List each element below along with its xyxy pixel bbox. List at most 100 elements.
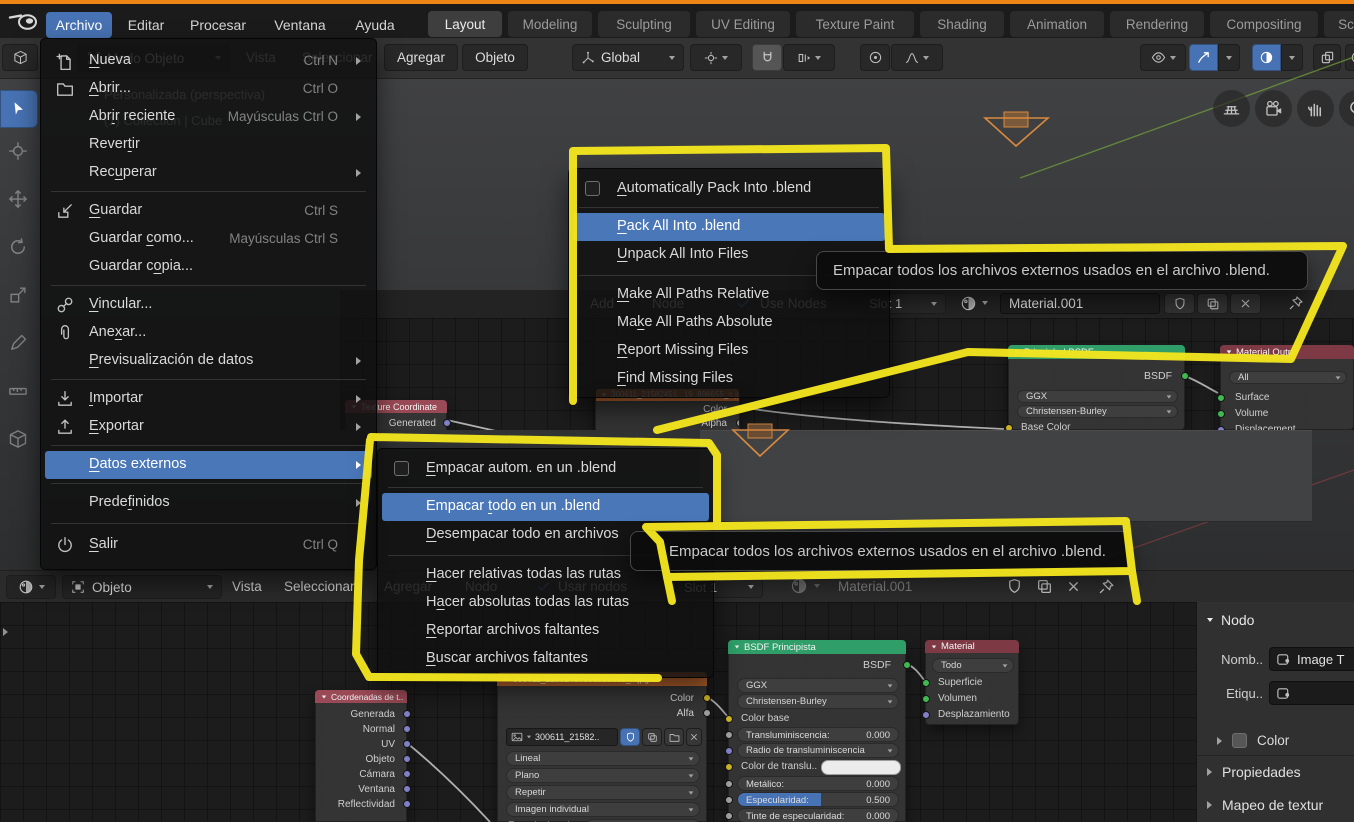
tab-layout[interactable]: Layout	[428, 11, 502, 37]
socket-color-es[interactable]	[703, 694, 711, 702]
tool-select-box[interactable]	[0, 90, 38, 128]
menu-item-recuperar[interactable]: Recuperar	[45, 159, 372, 187]
snap-with-dropdown[interactable]	[783, 44, 835, 71]
socket-generated-en[interactable]	[443, 419, 451, 427]
chevron-down-icon[interactable]	[814, 584, 820, 588]
pin-icon[interactable]	[1288, 295, 1304, 311]
node-texture-coordinate-es[interactable]: Coordenadas de t.. Generada Normal UV Ob…	[315, 690, 411, 822]
viewport-menu-agregar[interactable]: Agregar	[384, 44, 458, 71]
submenu-item-find-missing[interactable]: Find Missing Files	[573, 365, 885, 393]
menu-ventana[interactable]: Ventana	[264, 12, 336, 38]
socket-uv[interactable]	[403, 740, 411, 748]
submenu-item-report-missing[interactable]: Report Missing Files	[573, 337, 885, 365]
nav-pan-button[interactable]	[1297, 90, 1334, 127]
submenu-item-empacar-autom[interactable]: Empacar autom. en un .blend	[382, 455, 709, 483]
collapse-icon[interactable]	[1226, 350, 1232, 354]
proportional-edit-toggle[interactable]	[860, 44, 890, 71]
menu-item-nueva[interactable]: Nueva Ctrl N	[45, 47, 372, 75]
new-material-button-en[interactable]	[1197, 293, 1228, 314]
subsurface-color-swatch[interactable]	[821, 760, 901, 775]
nav-camera-button[interactable]	[1255, 90, 1292, 127]
editor-type-button[interactable]	[2, 44, 38, 71]
tool-annotate[interactable]	[8, 333, 28, 353]
node-header[interactable]: BSDF Principista	[728, 640, 906, 654]
transform-orientation-dropdown[interactable]: Global	[572, 44, 684, 71]
submenu-item-auto-pack[interactable]: Automatically Pack Into .blend	[573, 175, 885, 203]
socket-tinte[interactable]	[725, 812, 733, 820]
tool-measure[interactable]	[8, 381, 28, 401]
tool-add-cube[interactable]	[8, 429, 28, 449]
subsurface-radius-dropdown[interactable]: Radio de transluminiscencia	[737, 743, 899, 758]
socket-surface-en[interactable]	[1217, 394, 1225, 402]
subsurface-method-dropdown-en[interactable]: Christensen-Burley	[1017, 405, 1178, 418]
menu-item-abrir-reciente[interactable]: Abrir reciente Mayúsculas Ctrl O	[45, 103, 372, 131]
checkbox-icon[interactable]	[394, 461, 409, 476]
shader-type-dropdown-es[interactable]: Objeto	[62, 575, 222, 599]
menu-item-guardar[interactable]: Guardar Ctrl S	[45, 197, 372, 225]
node-image-texture-es[interactable]: 300611_2158245..906898655_n.jpg Color Al…	[497, 672, 711, 822]
submenu-item-reportar-faltantes[interactable]: Reportar archivos faltantes	[382, 617, 709, 645]
socket-color-en[interactable]	[736, 405, 739, 413]
node-header[interactable]: Coordenadas de t..	[315, 690, 407, 703]
metallic-slider[interactable]: Metálico: 0.000	[737, 776, 899, 791]
tool-cursor[interactable]	[8, 141, 28, 161]
submenu-item-empacar-todo[interactable]: Empacar todo en un .blend	[382, 493, 709, 521]
extension-dropdown[interactable]: Repetir	[506, 785, 700, 800]
image-copy-button[interactable]	[642, 728, 662, 746]
socket-superficie[interactable]	[922, 679, 930, 687]
node-material-output-es[interactable]: Material Todo Superficie Volumen Desplaz…	[922, 640, 1019, 725]
menu-item-datos-externos[interactable]: Datos externos	[45, 451, 372, 479]
socket-camara[interactable]	[403, 770, 411, 778]
unlink-material-button-en[interactable]	[1230, 293, 1261, 314]
socket-bsdf-out-en[interactable]	[1181, 372, 1189, 380]
menu-item-abrir[interactable]: Abrir... Ctrl O	[45, 75, 372, 103]
image-open-button[interactable]	[664, 728, 684, 746]
material-sphere-icon[interactable]	[790, 577, 808, 595]
sidebar-section-mapeo[interactable]: Mapeo de textur	[1207, 797, 1323, 813]
menu-item-salir[interactable]: Salir Ctrl Q	[45, 531, 372, 559]
tab-modeling[interactable]: Modeling	[508, 11, 592, 37]
output-target-dropdown-en[interactable]: All	[1229, 371, 1347, 384]
shader-menu-seleccionar-es[interactable]: Seleccionar	[284, 579, 355, 594]
collapse-icon[interactable]	[321, 695, 327, 698]
menu-editar[interactable]: Editar	[118, 12, 174, 38]
subsurface-slider[interactable]: Transluminiscencia: 0.000	[737, 727, 899, 742]
tab-scripting[interactable]: Sc	[1324, 11, 1354, 37]
distribution-dropdown-es[interactable]: GGX	[737, 678, 899, 693]
material-name-field-en[interactable]: Material.001	[1000, 293, 1160, 314]
menu-item-previsualizacion[interactable]: Previsualización de datos	[45, 347, 372, 375]
menu-item-exportar[interactable]: Exportar	[45, 413, 372, 441]
tab-compositing[interactable]: Compositing	[1210, 11, 1318, 37]
node-principled-bsdf-es[interactable]: BSDF Principista BSDF GGX Christensen-Bu…	[725, 640, 911, 822]
chevron-down-icon[interactable]	[982, 301, 988, 305]
xray-toggle[interactable]	[1313, 44, 1341, 71]
shader-menu-vista-es[interactable]: Vista	[232, 579, 262, 594]
collapse-icon[interactable]	[1014, 350, 1020, 354]
fake-user-button-en[interactable]	[1164, 293, 1195, 314]
submenu-item-buscar-faltantes[interactable]: Buscar archivos faltantes	[382, 645, 709, 673]
menu-archivo[interactable]: Archivo	[46, 12, 112, 38]
material-name-es[interactable]: Material.001	[838, 579, 912, 594]
source-dropdown[interactable]: Imagen individual	[506, 802, 700, 817]
specular-tint-slider[interactable]: Tinte de especularidad: 0.000	[737, 808, 899, 822]
image-fake-user-button[interactable]	[620, 728, 640, 746]
socket-volumen[interactable]	[922, 695, 930, 703]
tool-scale[interactable]	[8, 285, 28, 305]
menu-item-revertir[interactable]: Revertir	[45, 131, 372, 159]
pin-button-es[interactable]	[1098, 578, 1115, 595]
socket-radio[interactable]	[725, 747, 733, 755]
overlays-toggle[interactable]	[1252, 44, 1281, 71]
specular-slider[interactable]: Especularidad: 0.500	[737, 792, 899, 807]
socket-transluminiscencia[interactable]	[725, 731, 733, 739]
fake-user-button-es[interactable]	[1006, 578, 1023, 595]
sidebar-section-propiedades[interactable]: Propiedades	[1207, 764, 1301, 780]
socket-generada[interactable]	[403, 710, 411, 718]
submenu-item-pack-all[interactable]: Pack All Into .blend	[573, 213, 885, 241]
socket-color-translu[interactable]	[725, 763, 733, 771]
node-label-field[interactable]	[1269, 681, 1354, 705]
node-header[interactable]: Principled BSDF	[1008, 345, 1185, 359]
visibility-dropdown[interactable]	[1140, 44, 1186, 71]
checkbox-icon[interactable]	[585, 181, 600, 196]
distribution-dropdown-en[interactable]: GGX	[1017, 390, 1178, 403]
overlays-dropdown[interactable]	[1281, 44, 1303, 71]
